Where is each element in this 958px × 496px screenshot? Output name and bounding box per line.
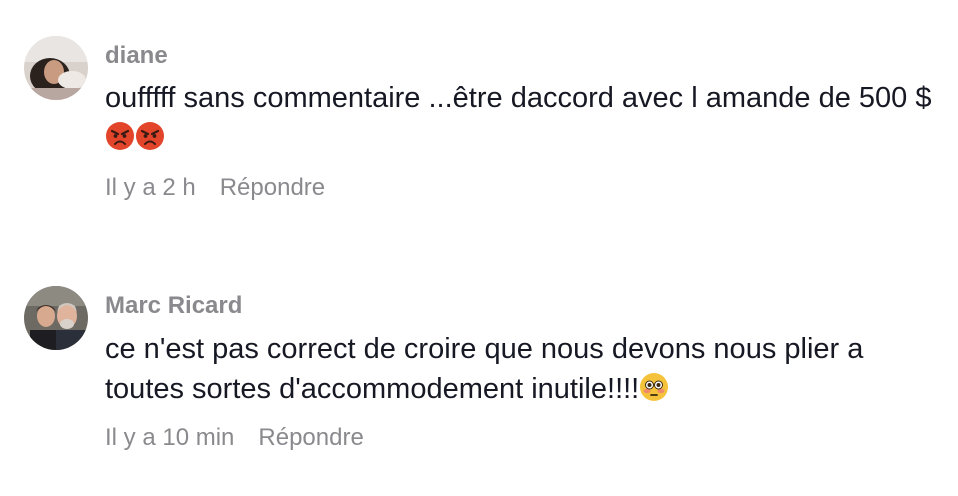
reply-button[interactable]: Répondre [220, 174, 325, 201]
comment-timestamp: Il y a 2 h [105, 174, 196, 201]
angry-face-icon [105, 121, 135, 162]
comment-text-body: ce n'est pas correct de croire que nous … [105, 333, 864, 405]
angry-face-icon [135, 121, 165, 162]
comment-username[interactable]: diane [105, 42, 168, 70]
comment-timestamp: Il y a 10 min [105, 424, 235, 451]
comment-text: oufffff sans commentaire ...être daccord… [105, 78, 945, 162]
flushed-face-icon [639, 372, 669, 413]
comment-username[interactable]: Marc Ricard [105, 292, 242, 320]
comment-meta: Il y a 2 h Répondre [105, 174, 325, 202]
comment-text: ce n'est pas correct de croire que nous … [105, 329, 945, 413]
avatar[interactable] [24, 36, 88, 100]
avatar[interactable] [24, 286, 88, 350]
comment-meta: Il y a 10 min Répondre [105, 424, 364, 452]
avatar-image [24, 36, 88, 100]
reply-button[interactable]: Répondre [258, 424, 363, 451]
comment-text-body: oufffff sans commentaire ...être daccord… [105, 82, 932, 114]
avatar-image [24, 286, 88, 350]
